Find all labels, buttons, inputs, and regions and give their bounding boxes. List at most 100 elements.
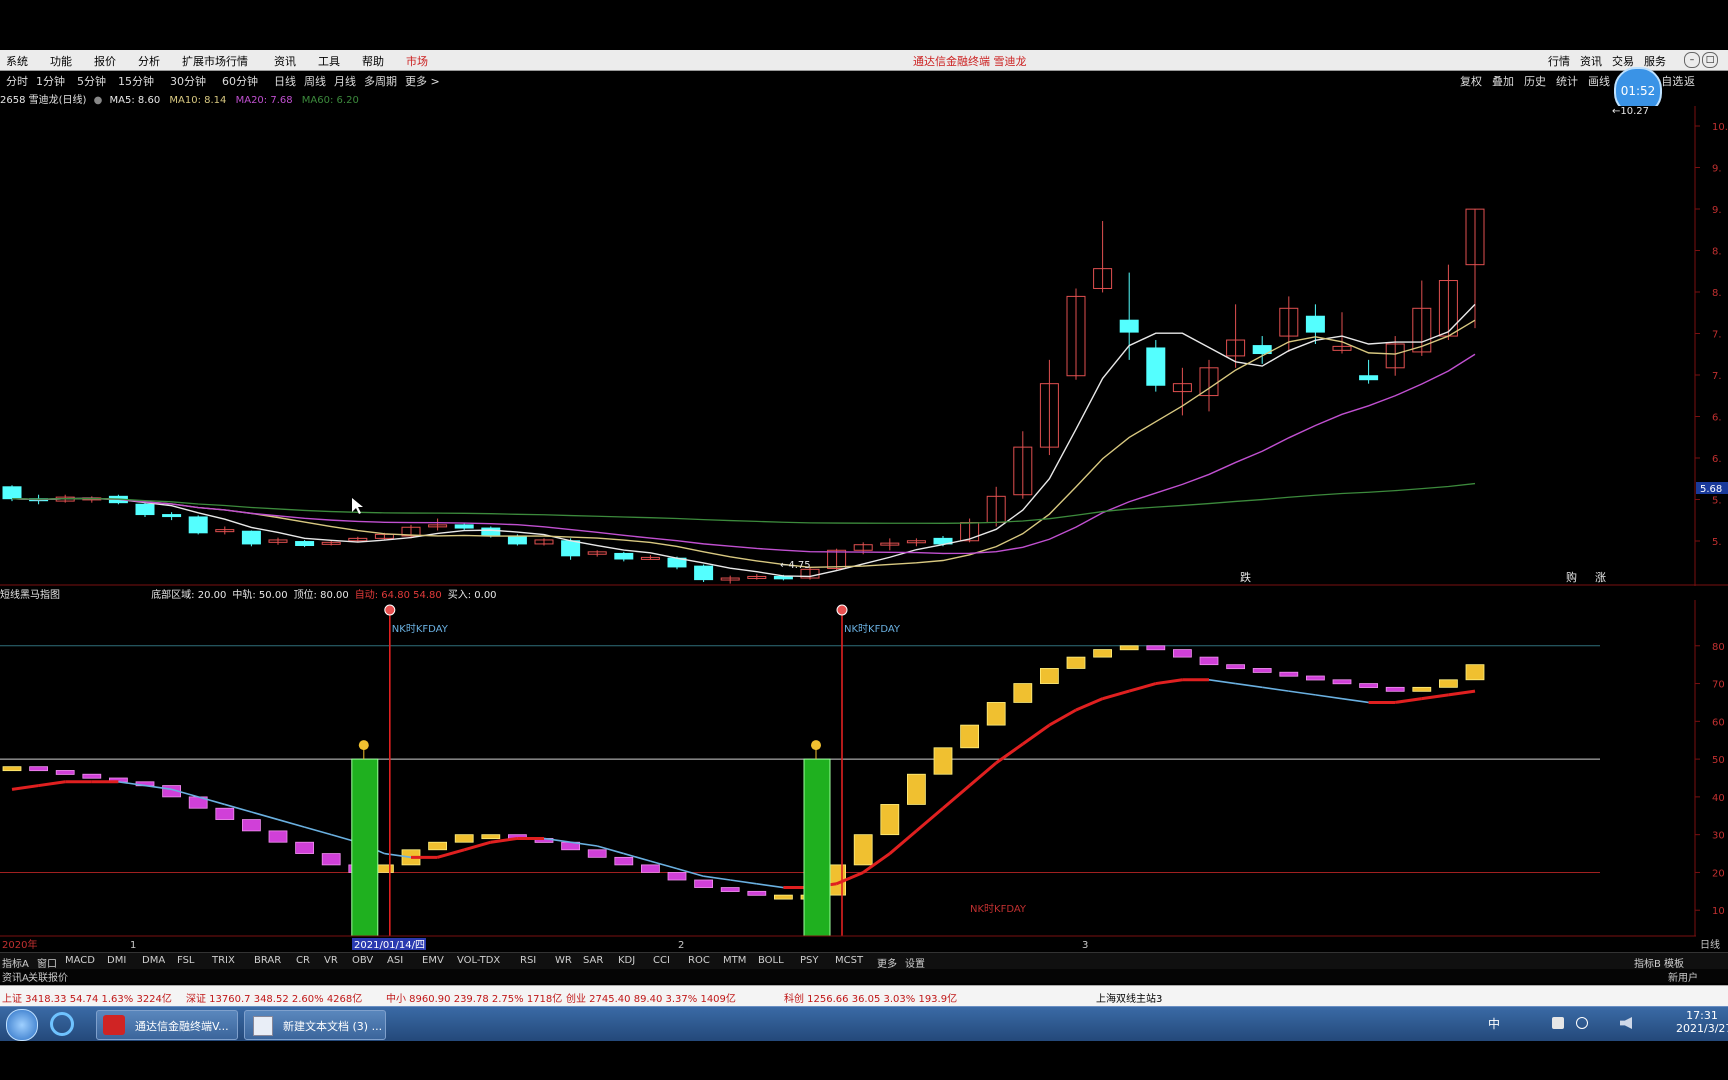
menu-right-1[interactable]: 资讯	[1580, 53, 1602, 69]
x-axis-label: 2	[678, 940, 684, 951]
market-index-1[interactable]: 深证 13760.7 348.52 2.60% 4268亿	[186, 990, 362, 1005]
browser-icon[interactable]	[50, 1012, 74, 1036]
tab-cci-18[interactable]: CCI	[653, 955, 670, 966]
tab-trix-6[interactable]: TRIX	[212, 955, 235, 966]
menu-item-4[interactable]: 扩展市场行情	[182, 53, 248, 69]
signal-marker: 涨	[1595, 571, 1606, 584]
candlestick-chart[interactable]: 10. 9. 9. 8. 8. 7. 7. 6. 6. 5. 5. ←10.27 ←4.75 5.68 跌 购…	[0, 106, 1728, 586]
tab-vol-tdx-13[interactable]: VOL-TDX	[457, 955, 500, 966]
indicator-bar	[1066, 656, 1086, 669]
market-index-0[interactable]: 上证 3418.33 54.74 1.63% 3224亿	[2, 990, 172, 1005]
market-index-2[interactable]: 中小 8960.90 239.78 2.75% 1718亿	[386, 990, 562, 1005]
indicator-bar	[1306, 675, 1325, 681]
tab-obv-10[interactable]: OBV	[352, 955, 373, 966]
menu-item-2[interactable]: 报价	[94, 53, 116, 69]
indicator-bar	[853, 834, 873, 866]
tool-3[interactable]: 统计	[1556, 73, 1578, 89]
indicator-bar	[960, 724, 979, 749]
tool-1[interactable]: 叠加	[1492, 73, 1514, 89]
tray-network-icon[interactable]	[1576, 1017, 1588, 1029]
indicator-bar	[82, 773, 102, 779]
indicator-bar	[2, 766, 22, 772]
tab-macd-2[interactable]: MACD	[65, 955, 95, 966]
tab-brar-7[interactable]: BRAR	[254, 955, 281, 966]
clock[interactable]: 17:31 2021/3/27	[1676, 1009, 1728, 1035]
tab-boll-21[interactable]: BOLL	[758, 955, 784, 966]
tab-emv-12[interactable]: EMV	[422, 955, 444, 966]
period-10[interactable]: 更多 >	[405, 73, 440, 89]
maximize-icon[interactable]: □	[1702, 52, 1718, 68]
signal-marker: 购	[1566, 570, 1577, 584]
tool-2[interactable]: 历史	[1524, 73, 1546, 89]
tab-dmi-3[interactable]: DMI	[107, 955, 126, 966]
new-user-link[interactable]: 新用户	[1668, 969, 1698, 984]
ime-indicator[interactable]: 中	[1488, 1015, 1500, 1032]
tab-right-0[interactable]: 指标B	[1634, 955, 1661, 970]
indicator-bar	[1173, 649, 1192, 658]
period-7[interactable]: 周线	[304, 73, 326, 89]
task-tdx[interactable]: 通达信金融终端V...	[96, 1010, 238, 1040]
candle-body	[481, 527, 501, 537]
tab-fsl-5[interactable]: FSL	[177, 955, 195, 966]
tab-wr-15[interactable]: WR	[555, 955, 572, 966]
indicator-bar	[1199, 656, 1219, 666]
period-9[interactable]: 多周期	[364, 73, 397, 89]
volume-icon[interactable]	[1620, 1017, 1632, 1029]
tab-mcst-23[interactable]: MCST	[835, 955, 863, 966]
menu-item-6[interactable]: 工具	[318, 53, 340, 69]
tool-0[interactable]: 复权	[1460, 73, 1482, 89]
tab---24[interactable]: 更多	[877, 955, 897, 970]
tab-sar-16[interactable]: SAR	[583, 955, 603, 966]
subtab-1[interactable]: 关联报价	[28, 969, 68, 984]
tab---1[interactable]: 窗口	[37, 955, 57, 970]
tab-vr-9[interactable]: VR	[324, 955, 338, 966]
tab-kdj-17[interactable]: KDJ	[618, 955, 635, 966]
period-2[interactable]: 5分钟	[77, 73, 106, 89]
indicator-chart[interactable]: 80 70 60 50 40 30 20 10 NK时KFDAY NK时KFDAY NK时KFDAY…	[0, 600, 1728, 952]
period-4[interactable]: 30分钟	[170, 73, 206, 89]
tab-dma-4[interactable]: DMA	[142, 955, 165, 966]
market-index-5[interactable]: 上海双线主站3	[1096, 990, 1162, 1005]
subtab-0[interactable]: 资讯A	[2, 969, 29, 984]
indicator-bar	[29, 766, 49, 772]
start-button-icon[interactable]	[6, 1009, 38, 1041]
menu-item-0[interactable]: 系统	[6, 53, 28, 69]
candle-body	[135, 503, 155, 516]
menu-item-8[interactable]: 市场	[406, 53, 428, 69]
candle-body	[1359, 375, 1379, 381]
tab-roc-19[interactable]: ROC	[688, 955, 710, 966]
menu-right-0[interactable]: 行情	[1548, 53, 1570, 69]
tab--a-0[interactable]: 指标A	[2, 955, 29, 970]
menu-item-7[interactable]: 帮助	[362, 53, 384, 69]
indicator-bar	[614, 856, 634, 866]
tab---25[interactable]: 设置	[905, 955, 925, 970]
period-6[interactable]: 日线	[274, 73, 296, 89]
market-index-3[interactable]: 创业 2745.40 89.40 3.37% 1409亿	[566, 990, 736, 1005]
stock-title: 2658 雪迪龙(日线)	[0, 95, 87, 106]
period-0[interactable]: 分时	[6, 73, 28, 89]
tab-rsi-14[interactable]: RSI	[520, 955, 536, 966]
tab-asi-11[interactable]: ASI	[387, 955, 403, 966]
menu-item-1[interactable]: 功能	[50, 53, 72, 69]
tab-psy-22[interactable]: PSY	[800, 955, 819, 966]
period-5[interactable]: 60分钟	[222, 73, 258, 89]
menu-right-3[interactable]: 服务	[1644, 53, 1666, 69]
tab-mtm-20[interactable]: MTM	[723, 955, 746, 966]
tab-right-1[interactable]: 模板	[1664, 955, 1684, 970]
period-3[interactable]: 15分钟	[118, 73, 154, 89]
minimize-icon[interactable]: –	[1684, 52, 1700, 68]
market-index-4[interactable]: 科创 1256.66 36.05 3.03% 193.9亿	[784, 990, 957, 1005]
tab-cr-8[interactable]: CR	[296, 955, 310, 966]
menu-item-3[interactable]: 分析	[138, 53, 160, 69]
tool-7[interactable]: 返	[1684, 73, 1695, 89]
period-8[interactable]: 月线	[334, 73, 356, 89]
tray-shield-icon[interactable]	[1552, 1017, 1564, 1029]
buy-signal-bar	[803, 758, 831, 949]
period-1[interactable]: 1分钟	[36, 73, 65, 89]
settings-dot-icon[interactable]: ●	[94, 95, 103, 106]
menu-item-5[interactable]: 资讯	[274, 53, 296, 69]
task-notepad[interactable]: 新建文本文档 (3) ...	[244, 1010, 386, 1040]
tool-4[interactable]: 画线	[1588, 73, 1610, 89]
ma10-label: MA10: 8.14	[169, 95, 227, 106]
price-tick-label: 8.	[1712, 288, 1722, 299]
